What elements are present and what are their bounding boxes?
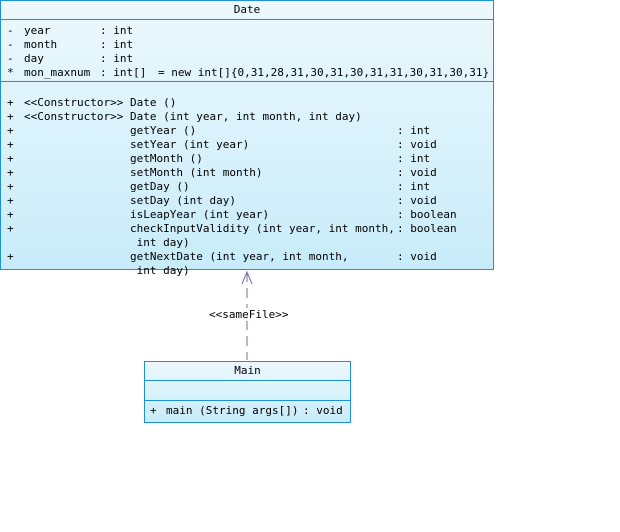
dependency-stereotype-label: <<sameFile>> [208, 308, 290, 321]
operation-signature: main (String args[]) [166, 404, 299, 417]
main-attributes-compartment [145, 381, 350, 401]
main-class-name: Main [145, 362, 350, 381]
main-class[interactable]: Main + main (String args[]) : void [144, 361, 351, 423]
visibility-marker: + [150, 404, 157, 417]
operation-return-type: : void [303, 404, 343, 417]
main-operations-compartment: + main (String args[]) : void [145, 401, 350, 422]
dependency-connector[interactable] [0, 0, 620, 532]
operation-row[interactable]: + main (String args[]) : void [145, 404, 350, 418]
